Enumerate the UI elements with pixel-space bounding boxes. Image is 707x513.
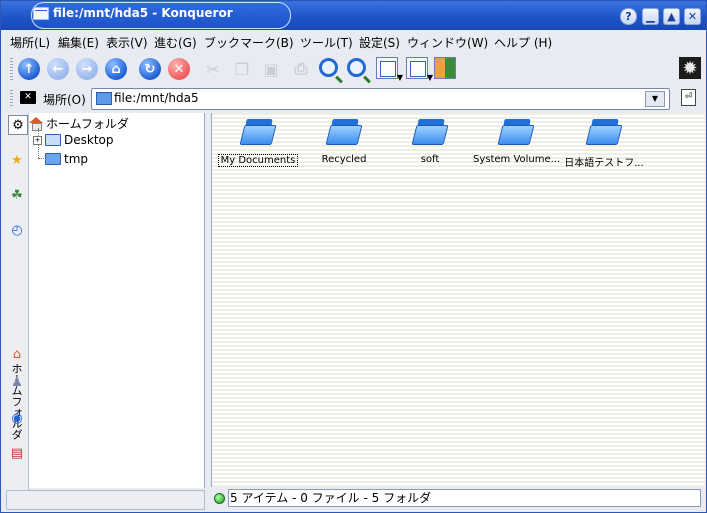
web-tab[interactable]: ◉	[8, 409, 26, 427]
cut-icon[interactable]: ✂	[202, 58, 224, 80]
maximize-button[interactable]: ▲	[663, 8, 680, 25]
folder-icon	[585, 118, 623, 145]
copy-icon[interactable]: ❐	[231, 58, 253, 80]
tree-label-tmp: tmp	[64, 152, 89, 166]
forward-icon[interactable]: →	[76, 58, 98, 80]
sidebar-footer	[6, 490, 205, 510]
desktop-expander[interactable]: +	[33, 136, 42, 145]
menu-view[interactable]: 表示(V)	[106, 34, 148, 51]
back-icon[interactable]: ←	[47, 58, 69, 80]
tree-view-icon[interactable]: ▼	[406, 57, 433, 82]
tree-connector-tmp	[38, 158, 46, 159]
file-item-japanese-test[interactable]: 日本語テストフ...	[561, 113, 647, 169]
zoom-out-icon[interactable]	[346, 57, 369, 80]
tmp-folder-icon	[45, 153, 61, 165]
folder-icon	[325, 118, 363, 145]
tree-label-desktop: Desktop	[64, 133, 114, 147]
tree-item-desktop[interactable]: Desktop	[45, 133, 114, 147]
file-label: 日本語テストフ...	[564, 158, 644, 169]
location-folder-icon	[96, 92, 112, 105]
folder-icon	[239, 118, 277, 145]
paste-icon[interactable]: ▣	[260, 58, 282, 80]
menu-window[interactable]: ウィンドウ(W)	[407, 34, 488, 51]
tree-item-home[interactable]: ホームフォルダ	[29, 115, 129, 132]
file-label: My Documents	[217, 154, 299, 167]
bookmarks-tab[interactable]: ★	[8, 151, 26, 169]
location-combo[interactable]: ▼	[91, 88, 670, 110]
reload-icon[interactable]: ↻	[139, 58, 161, 80]
close-button[interactable]: ✕	[684, 8, 701, 25]
home-icon[interactable]: ⌂	[105, 58, 127, 80]
menu-edit[interactable]: 編集(E)	[58, 34, 99, 51]
status-bar: 5 アイテム - 0 ファイル - 5 フォルダ	[211, 488, 704, 508]
multi-column-view-icon[interactable]	[434, 57, 456, 79]
locbar-grip[interactable]	[10, 90, 13, 106]
history-tab[interactable]: ◴	[8, 221, 26, 239]
print-icon[interactable]: ⎙	[290, 58, 312, 80]
home-folder-tab-icon[interactable]: ⌂	[8, 345, 26, 363]
tree-item-tmp[interactable]: tmp	[45, 152, 88, 166]
menu-tools[interactable]: ツール(T)	[300, 34, 353, 51]
file-item-recycled[interactable]: Recycled	[301, 113, 387, 165]
file-item-soft[interactable]: soft	[387, 113, 473, 165]
menu-bar: 場所(L) 編集(E) 表示(V) 進む(G) ブックマーク(B) ツール(T)…	[1, 31, 706, 51]
location-bar: ✕ 場所(O) ▼ ⏎	[1, 87, 706, 111]
help-button[interactable]: ?	[620, 8, 637, 25]
menu-go[interactable]: 進む(G)	[154, 34, 197, 51]
stop-icon[interactable]: ✕	[168, 58, 190, 80]
toolbar-grip[interactable]	[10, 58, 13, 80]
home-folder-icon	[29, 117, 44, 131]
kde-gear-icon[interactable]: ✹	[679, 57, 701, 79]
main-toolbar: ↑ ← → ⌂ ↻ ✕ ✂ ❐ ▣ ⎙ ▼ ▼	[1, 52, 706, 86]
desktop-folder-icon	[45, 134, 61, 146]
zoom-in-icon[interactable]	[318, 57, 341, 80]
network-tab[interactable]: ♟	[8, 373, 26, 391]
title-bar[interactable]: file:/mnt/hda5 - Konqueror ? ▁ ▲ ✕	[1, 1, 706, 30]
services-tab[interactable]: ▤	[8, 444, 26, 462]
file-view[interactable]: My Documents Recycled soft System Volume…	[211, 113, 705, 487]
go-icon[interactable]: ⏎	[681, 89, 696, 106]
location-input[interactable]	[114, 90, 634, 106]
file-label: soft	[420, 154, 440, 165]
status-led-icon	[214, 493, 225, 504]
tree-label-home: ホームフォルダ	[46, 117, 129, 131]
location-label: 場所(O)	[43, 93, 86, 107]
sidebar-config-tab[interactable]: ⚙	[8, 115, 28, 135]
window-title: file:/mnt/hda5 - Konqueror	[53, 6, 233, 20]
clear-location-icon[interactable]: ✕	[20, 91, 36, 104]
konqueror-window: file:/mnt/hda5 - Konqueror ? ▁ ▲ ✕ 場所(L)…	[0, 0, 707, 513]
up-icon[interactable]: ↑	[18, 58, 40, 80]
file-label: System Volume...	[473, 154, 561, 165]
file-item-my-documents[interactable]: My Documents	[215, 113, 301, 167]
menu-bookmarks[interactable]: ブックマーク(B)	[204, 34, 294, 51]
menu-location[interactable]: 場所(L)	[10, 34, 50, 51]
status-text: 5 アイテム - 0 ファイル - 5 フォルダ	[228, 489, 701, 507]
folder-icon	[411, 118, 449, 145]
file-label: Recycled	[321, 154, 367, 165]
sidebar-tabs: ⚙ ★ ☘ ◴ ホームフォルダ ⌂ ♟ ◉ ▤	[5, 113, 29, 493]
minimize-button[interactable]: ▁	[642, 8, 659, 25]
window-folder-icon[interactable]	[33, 7, 49, 20]
icon-view-icon[interactable]: ▼	[376, 57, 403, 82]
folder-icon	[497, 118, 535, 145]
location-dropdown-icon[interactable]: ▼	[645, 91, 665, 107]
file-item-system-volume[interactable]: System Volume...	[473, 113, 561, 165]
folder-tree: ホームフォルダ Desktop tmp	[29, 113, 205, 488]
menu-help[interactable]: ヘルプ (H)	[494, 34, 552, 51]
menu-settings[interactable]: 設定(S)	[359, 34, 400, 51]
devices-tab[interactable]: ☘	[8, 186, 26, 204]
